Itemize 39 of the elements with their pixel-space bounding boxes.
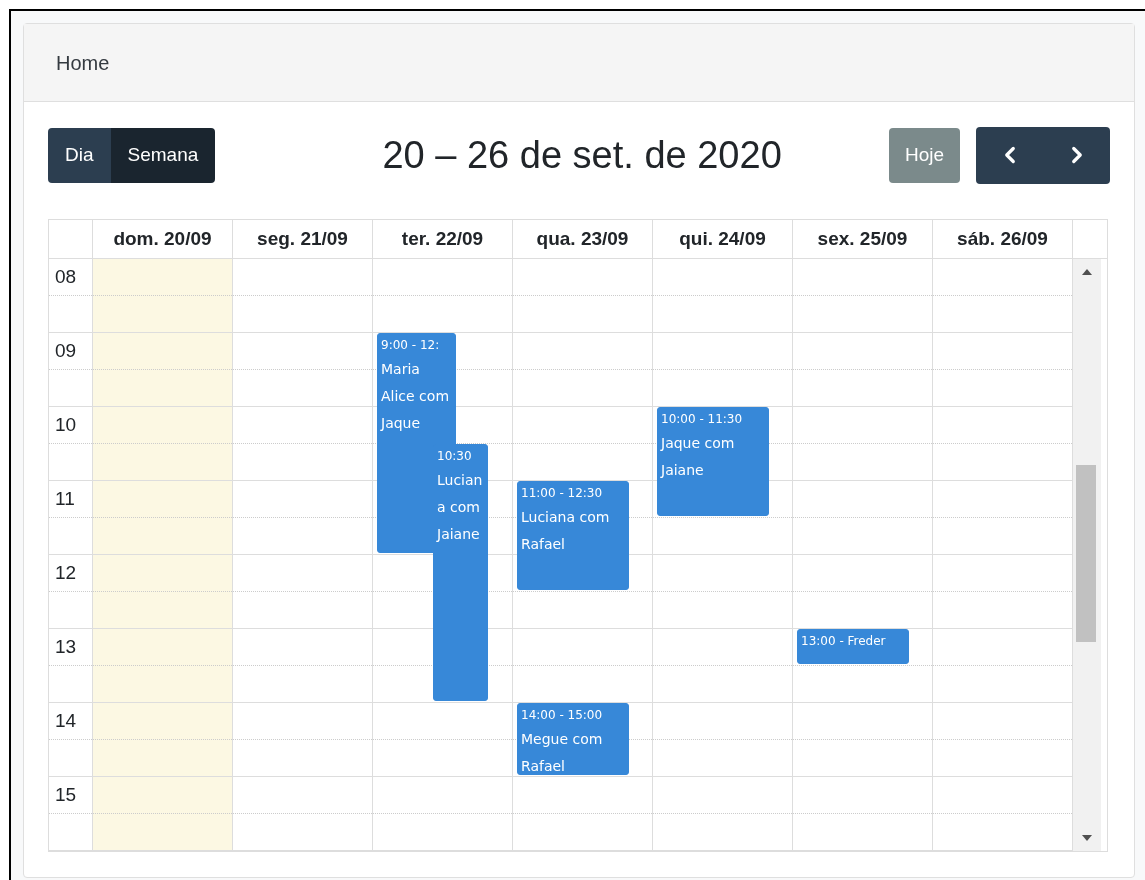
calendar-event[interactable]: 11:00 - 12:30 Luciana com Rafael	[517, 481, 629, 590]
event-time: 13:00 - Freder	[801, 633, 886, 650]
scroll-up-icon[interactable]	[1082, 269, 1092, 275]
hour-label: 09	[55, 338, 77, 363]
day-header: ter. 22/09	[373, 220, 513, 258]
day-header: dom. 20/09	[93, 220, 233, 258]
hour-label: 08	[55, 264, 77, 289]
calendar-event[interactable]: 14:00 - 15:00 Megue com Rafael	[517, 703, 629, 775]
scrollbar[interactable]	[1073, 259, 1101, 851]
date-range-title: 20 – 26 de set. de 2020	[382, 132, 782, 178]
calendar-event[interactable]: 13:00 - Freder	[797, 629, 909, 664]
hour-label: 15	[55, 782, 77, 807]
scrollbar-thumb[interactable]	[1076, 465, 1096, 642]
next-button[interactable]	[1043, 126, 1110, 184]
hour-label: 10	[55, 412, 77, 437]
breadcrumb-home[interactable]: Home	[56, 47, 110, 78]
event-time: 9:00 - 12:	[381, 337, 440, 354]
event-time: 14:00 - 15:00	[521, 707, 603, 724]
day-header: qua. 23/09	[513, 220, 653, 258]
event-title: Luciana com Rafael	[521, 508, 611, 554]
event-title: Jaque com Jaiane	[661, 434, 736, 480]
hour-label: 14	[55, 708, 77, 733]
day-header: qui. 24/09	[653, 220, 793, 258]
view-tab[interactable]: Dia	[48, 127, 111, 183]
event-time: 11:00 - 12:30	[521, 485, 603, 502]
scroll-down-icon[interactable]	[1082, 835, 1092, 841]
view-tab[interactable]: Semana	[110, 127, 216, 183]
event-title: Megue com Rafael	[521, 730, 604, 774]
day-header: seg. 21/09	[233, 220, 373, 258]
day-header: sex. 25/09	[793, 220, 933, 258]
event-time: 10:00 - 11:30	[661, 411, 743, 428]
day-header: sáb. 26/09	[933, 220, 1073, 258]
hour-label: 13	[55, 634, 77, 659]
previous-button[interactable]	[976, 126, 1043, 184]
hour-label: 12	[55, 560, 77, 585]
hour-label: 11	[55, 486, 75, 511]
calendar-event[interactable]: 10:00 - 11:30 Jaque com Jaiane	[657, 407, 769, 516]
event-title: Maria Alice com Jaque	[381, 360, 451, 433]
calendar-event[interactable]: 10:30 Luciana com Jaiane	[433, 444, 488, 701]
